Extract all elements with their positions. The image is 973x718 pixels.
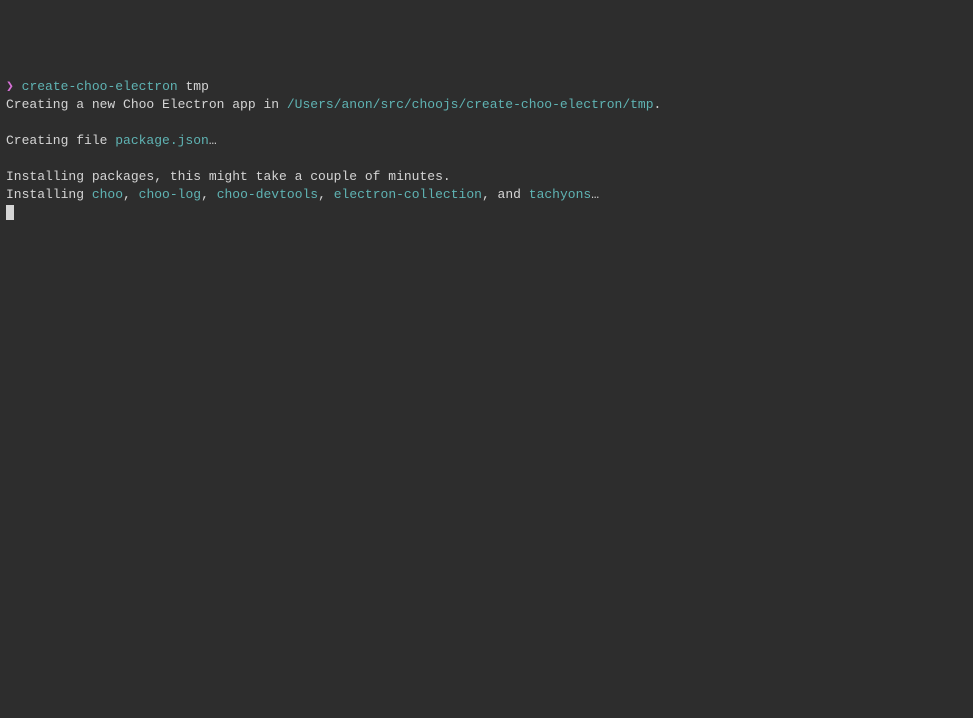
package-name: choo (92, 187, 123, 202)
package-name: electron-collection (334, 187, 482, 202)
text-segment: … (591, 187, 599, 202)
cursor-icon (6, 205, 14, 220)
cursor-line (6, 204, 967, 222)
terminal-output[interactable]: ❯ create-choo-electron tmpCreating a new… (6, 78, 967, 222)
text-segment: Installing packages, this might take a c… (6, 169, 451, 184)
package-name: choo-devtools (217, 187, 318, 202)
text-segment: . (654, 97, 662, 112)
text-segment: … (209, 133, 217, 148)
command-line: ❯ create-choo-electron tmp (6, 78, 967, 96)
file-name: package.json (115, 133, 209, 148)
text-segment: , (123, 187, 139, 202)
blank-line (6, 150, 967, 168)
package-name: choo-log (139, 187, 201, 202)
output-line-creating-file: Creating file package.json… (6, 132, 967, 150)
text-segment: , and (482, 187, 529, 202)
package-name: tachyons (529, 187, 591, 202)
output-line-creating-app: Creating a new Choo Electron app in /Use… (6, 96, 967, 114)
text-segment: Creating file (6, 133, 115, 148)
command-arg: tmp (185, 79, 208, 94)
path-segment: /Users/anon/src/choojs/create-choo-elect… (287, 97, 654, 112)
text-segment: , (201, 187, 217, 202)
command-name: create-choo-electron (22, 79, 178, 94)
text-segment: Installing (6, 187, 92, 202)
text-segment: , (318, 187, 334, 202)
blank-line (6, 114, 967, 132)
output-line-installing-msg: Installing packages, this might take a c… (6, 168, 967, 186)
output-line-installing-pkgs: Installing choo, choo-log, choo-devtools… (6, 186, 967, 204)
prompt-symbol: ❯ (6, 79, 14, 94)
text-segment: Creating a new Choo Electron app in (6, 97, 287, 112)
